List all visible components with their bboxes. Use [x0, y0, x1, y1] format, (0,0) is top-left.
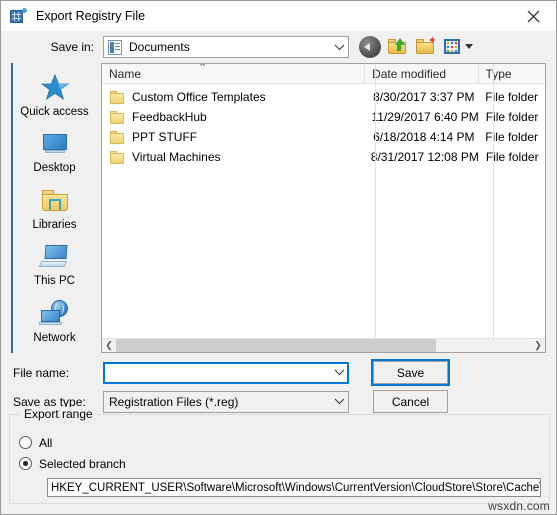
- save-in-value: Documents: [129, 40, 190, 54]
- file-name: PPT STUFF: [132, 130, 198, 144]
- save-as-type-combobox[interactable]: Registration Files (*.reg): [103, 390, 349, 413]
- sidebar-item-network[interactable]: Network: [13, 297, 96, 353]
- sidebar-item-quick-access[interactable]: Quick access: [13, 71, 96, 127]
- radio-icon-checked[interactable]: [19, 457, 32, 470]
- file-name: Virtual Machines: [132, 150, 221, 164]
- file-name: Custom Office Templates: [132, 90, 266, 104]
- file-form: File name: Save Save as type: Registrati…: [1, 353, 556, 413]
- file-name-input[interactable]: [103, 361, 349, 384]
- scrollbar-thumb[interactable]: [116, 339, 436, 352]
- column-header-date-modified[interactable]: Date modified: [364, 64, 477, 83]
- table-row[interactable]: FeedbackHub 11/29/2017 6:40 PM File fold…: [102, 107, 545, 127]
- chevron-down-icon[interactable]: [333, 392, 346, 412]
- network-globe-icon: [38, 299, 71, 329]
- file-name-row: File name: Save: [11, 359, 546, 386]
- save-in-combobox[interactable]: Documents: [103, 36, 349, 58]
- radio-selected-branch[interactable]: Selected branch: [19, 453, 549, 474]
- this-pc-icon: [38, 242, 71, 272]
- scroll-right-icon[interactable]: ❯: [531, 339, 545, 352]
- column-header-name[interactable]: Name: [102, 64, 364, 83]
- save-in-label: Save in:: [50, 40, 94, 54]
- branch-path-input[interactable]: HKEY_CURRENT_USER\Software\Microsoft\Win…: [47, 478, 541, 497]
- dialog-toolbar: ✦: [359, 36, 473, 58]
- radio-icon[interactable]: [19, 436, 32, 449]
- sidebar-item-label: Libraries: [32, 218, 77, 231]
- watermark: wsxdn.com: [488, 499, 550, 513]
- file-list-rows: Custom Office Templates 8/30/2017 3:37 P…: [102, 64, 545, 338]
- export-registry-file-dialog: Export Registry File Save in: Documents: [0, 0, 557, 515]
- column-header-type[interactable]: Type: [477, 64, 545, 83]
- column-divider: [493, 64, 494, 338]
- scroll-left-icon[interactable]: ❮: [102, 339, 116, 352]
- folder-icon: [110, 110, 126, 124]
- save-in-row: Save in: Documents ✦: [1, 31, 556, 63]
- folder-icon: [110, 150, 126, 164]
- file-type: File folder: [485, 130, 538, 144]
- back-icon[interactable]: [359, 36, 381, 58]
- close-icon[interactable]: [511, 1, 556, 31]
- libraries-folder-icon: [39, 186, 71, 216]
- file-type: File folder: [485, 150, 539, 164]
- title-bar: Export Registry File: [1, 1, 556, 31]
- caret-down-icon[interactable]: [465, 44, 473, 49]
- table-row[interactable]: PPT STUFF 6/18/2018 4:14 PM File folder: [102, 127, 545, 147]
- folder-icon: [110, 130, 126, 144]
- sidebar-item-desktop[interactable]: Desktop: [13, 127, 96, 183]
- sidebar-item-label: Network: [33, 331, 76, 344]
- new-folder-icon[interactable]: ✦: [415, 36, 437, 58]
- views-icon[interactable]: [443, 36, 473, 58]
- table-row[interactable]: Virtual Machines 8/31/2017 12:08 PM File…: [102, 147, 545, 167]
- places-bar: Quick access Desktop Libraries This PC N…: [11, 63, 96, 353]
- sidebar-item-label: Desktop: [33, 162, 76, 175]
- radio-label: All: [39, 435, 53, 450]
- file-list-panel: ⌃ Name Date modified Type Custom Office …: [101, 63, 546, 353]
- main-area: Quick access Desktop Libraries This PC N…: [1, 63, 556, 353]
- file-name: FeedbackHub: [132, 110, 207, 124]
- column-divider: [375, 64, 376, 338]
- save-button[interactable]: Save: [371, 359, 450, 386]
- registry-editor-icon: [10, 8, 27, 24]
- file-list-header: ⌃ Name Date modified Type: [102, 64, 545, 84]
- scrollbar-track[interactable]: [116, 339, 531, 352]
- quick-access-star-icon: [39, 73, 71, 103]
- sidebar-item-libraries[interactable]: Libraries: [13, 184, 96, 240]
- file-date-modified: 8/30/2017 3:37 PM: [373, 90, 475, 104]
- folder-icon: [110, 90, 126, 104]
- table-row[interactable]: Custom Office Templates 8/30/2017 3:37 P…: [102, 87, 545, 107]
- sidebar-item-label: This PC: [34, 275, 75, 288]
- export-range-group: Export range All Selected branch HKEY_CU…: [9, 407, 550, 504]
- chevron-down-icon[interactable]: [333, 363, 346, 383]
- desktop-monitor-icon: [39, 129, 71, 159]
- sidebar-item-this-pc[interactable]: This PC: [13, 240, 96, 296]
- save-as-type-value: Registration Files (*.reg): [109, 394, 239, 409]
- file-date-modified: 11/29/2017 6:40 PM: [371, 110, 479, 124]
- file-date-modified: 8/31/2017 12:08 PM: [370, 150, 479, 164]
- file-type: File folder: [485, 110, 539, 124]
- radio-all[interactable]: All: [19, 432, 549, 453]
- file-type: File folder: [485, 90, 538, 104]
- sidebar-item-label: Quick access: [20, 106, 89, 118]
- window-title: Export Registry File: [36, 9, 146, 23]
- chevron-down-icon[interactable]: [333, 37, 346, 57]
- documents-folder-icon: [108, 39, 122, 55]
- file-date-modified: 6/18/2018 4:14 PM: [373, 130, 475, 144]
- export-range-legend: Export range: [20, 407, 97, 421]
- up-one-level-icon[interactable]: [387, 36, 409, 58]
- horizontal-scrollbar[interactable]: ❮ ❯: [102, 338, 545, 352]
- radio-label: Selected branch: [39, 456, 126, 471]
- cancel-button[interactable]: Cancel: [373, 390, 448, 413]
- file-name-label: File name:: [13, 365, 70, 380]
